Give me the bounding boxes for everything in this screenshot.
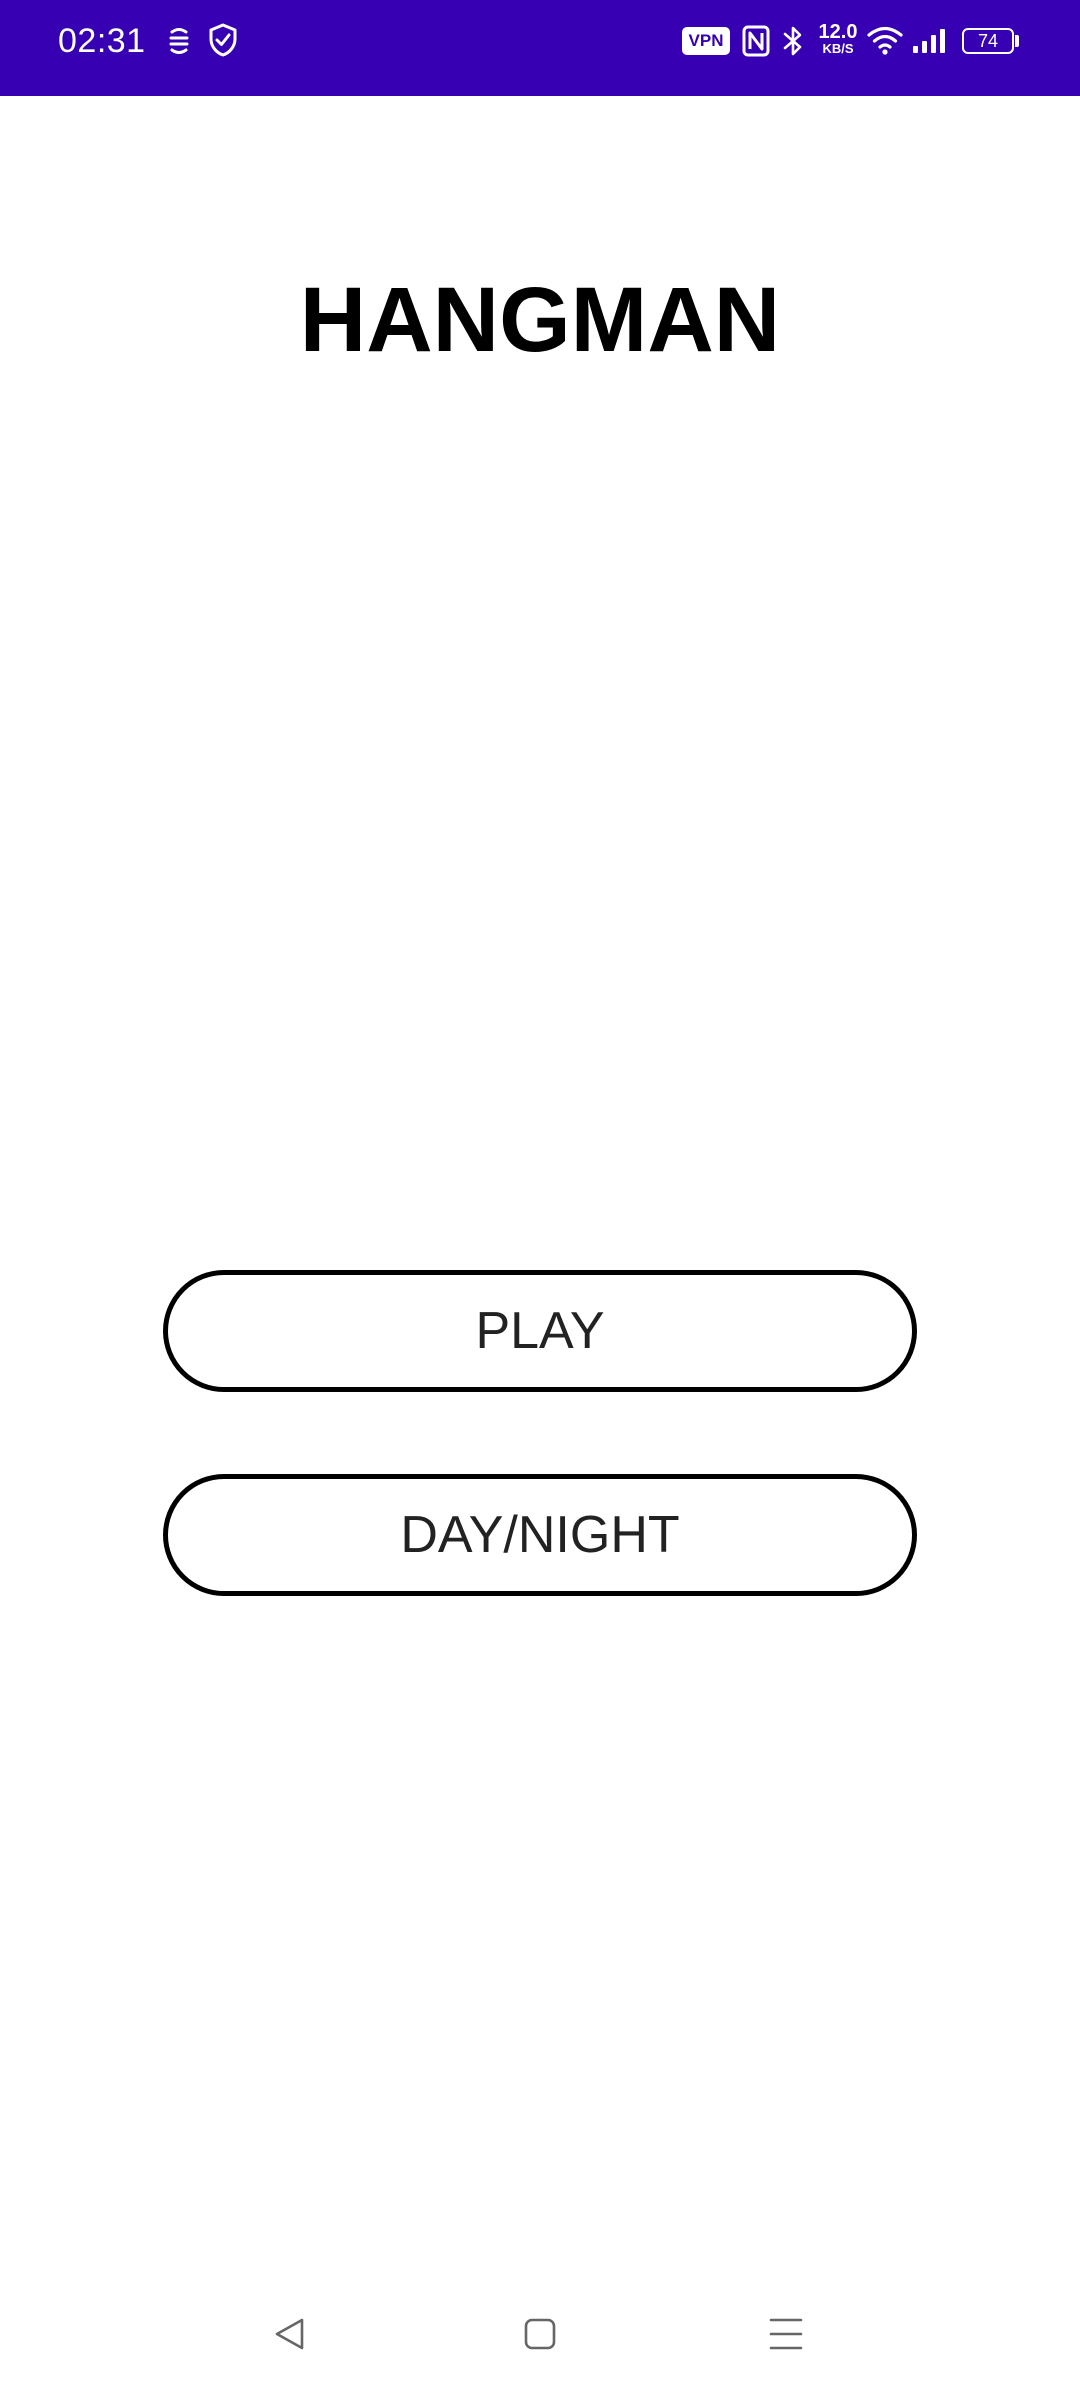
day-night-button[interactable]: DAY/NIGHT: [163, 1474, 917, 1596]
battery-tip: [1015, 35, 1019, 47]
vpn-key-icon: [169, 28, 189, 54]
battery-level: 74: [977, 31, 999, 51]
back-icon[interactable]: [272, 2316, 308, 2352]
app-title: HANGMAN: [299, 269, 781, 371]
play-button[interactable]: PLAY: [163, 1270, 917, 1392]
status-bar: 02:31 VPN 12.0 KB/S 74: [0, 0, 1080, 96]
screen: 02:31 VPN 12.0 KB/S 74 HANGMAN PLAY DAY/…: [0, 0, 1080, 2400]
net-speed: 12.0 KB/S: [816, 22, 860, 56]
battery-icon: 74: [962, 28, 1014, 54]
vpn-badge: VPN: [682, 27, 730, 55]
net-speed-value: 12.0: [818, 21, 858, 43]
signal-icon: [913, 29, 945, 53]
status-time: 02:31: [58, 22, 146, 60]
menu-icon[interactable]: [768, 2316, 804, 2352]
nfc-icon: [742, 25, 770, 57]
shield-check-icon: [209, 23, 237, 57]
home-icon[interactable]: [522, 2316, 558, 2352]
bluetooth-icon: [783, 26, 802, 56]
net-speed-unit: KB/S: [822, 41, 854, 56]
wifi-icon: [867, 26, 903, 55]
